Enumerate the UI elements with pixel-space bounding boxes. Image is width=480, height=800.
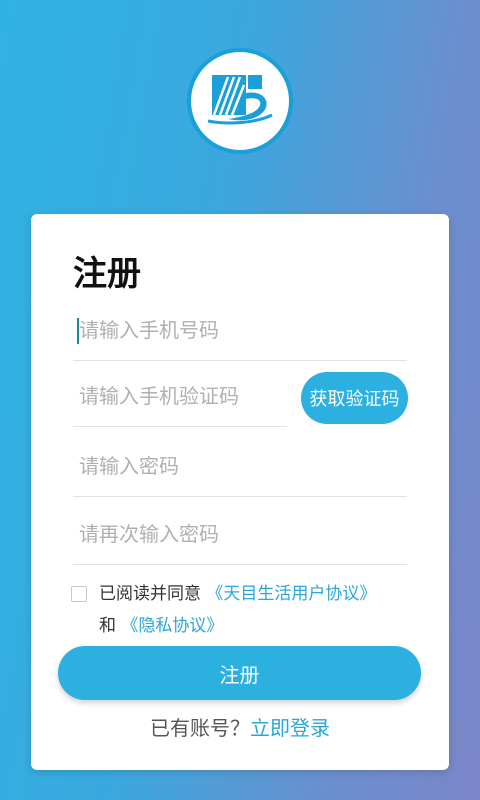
phone-field[interactable] — [73, 300, 407, 361]
password-field[interactable] — [73, 436, 407, 497]
agree-prefix: 已阅读并同意 — [99, 584, 201, 604]
app-logo — [187, 48, 293, 154]
code-input[interactable] — [73, 366, 287, 426]
tianmu-logo-icon — [207, 75, 273, 125]
agree-checkbox[interactable] — [71, 586, 87, 602]
register-card: 注册 获取验证码 已阅读并同意 《天目生活用户协议》 和 《隐私协议》 注册 已… — [31, 214, 449, 770]
has-account-text: 已有账号？ — [150, 716, 250, 740]
login-row: 已有账号？立即登录 — [31, 712, 449, 741]
register-button[interactable]: 注册 — [58, 646, 421, 700]
code-field[interactable] — [73, 366, 287, 427]
password-input[interactable] — [73, 436, 407, 496]
page-title: 注册 — [73, 254, 141, 294]
confirm-password-field[interactable] — [73, 504, 407, 565]
agree-and: 和 — [99, 616, 116, 636]
login-link[interactable]: 立即登录 — [250, 716, 330, 740]
agreement-row: 已阅读并同意 《天目生活用户协议》 和 《隐私协议》 — [71, 578, 421, 642]
privacy-agreement-link[interactable]: 《隐私协议》 — [121, 616, 223, 636]
phone-input[interactable] — [73, 300, 407, 360]
text-cursor — [77, 318, 79, 344]
user-agreement-link[interactable]: 《天目生活用户协议》 — [206, 584, 376, 604]
confirm-password-input[interactable] — [73, 504, 407, 564]
get-code-button[interactable]: 获取验证码 — [301, 372, 408, 424]
